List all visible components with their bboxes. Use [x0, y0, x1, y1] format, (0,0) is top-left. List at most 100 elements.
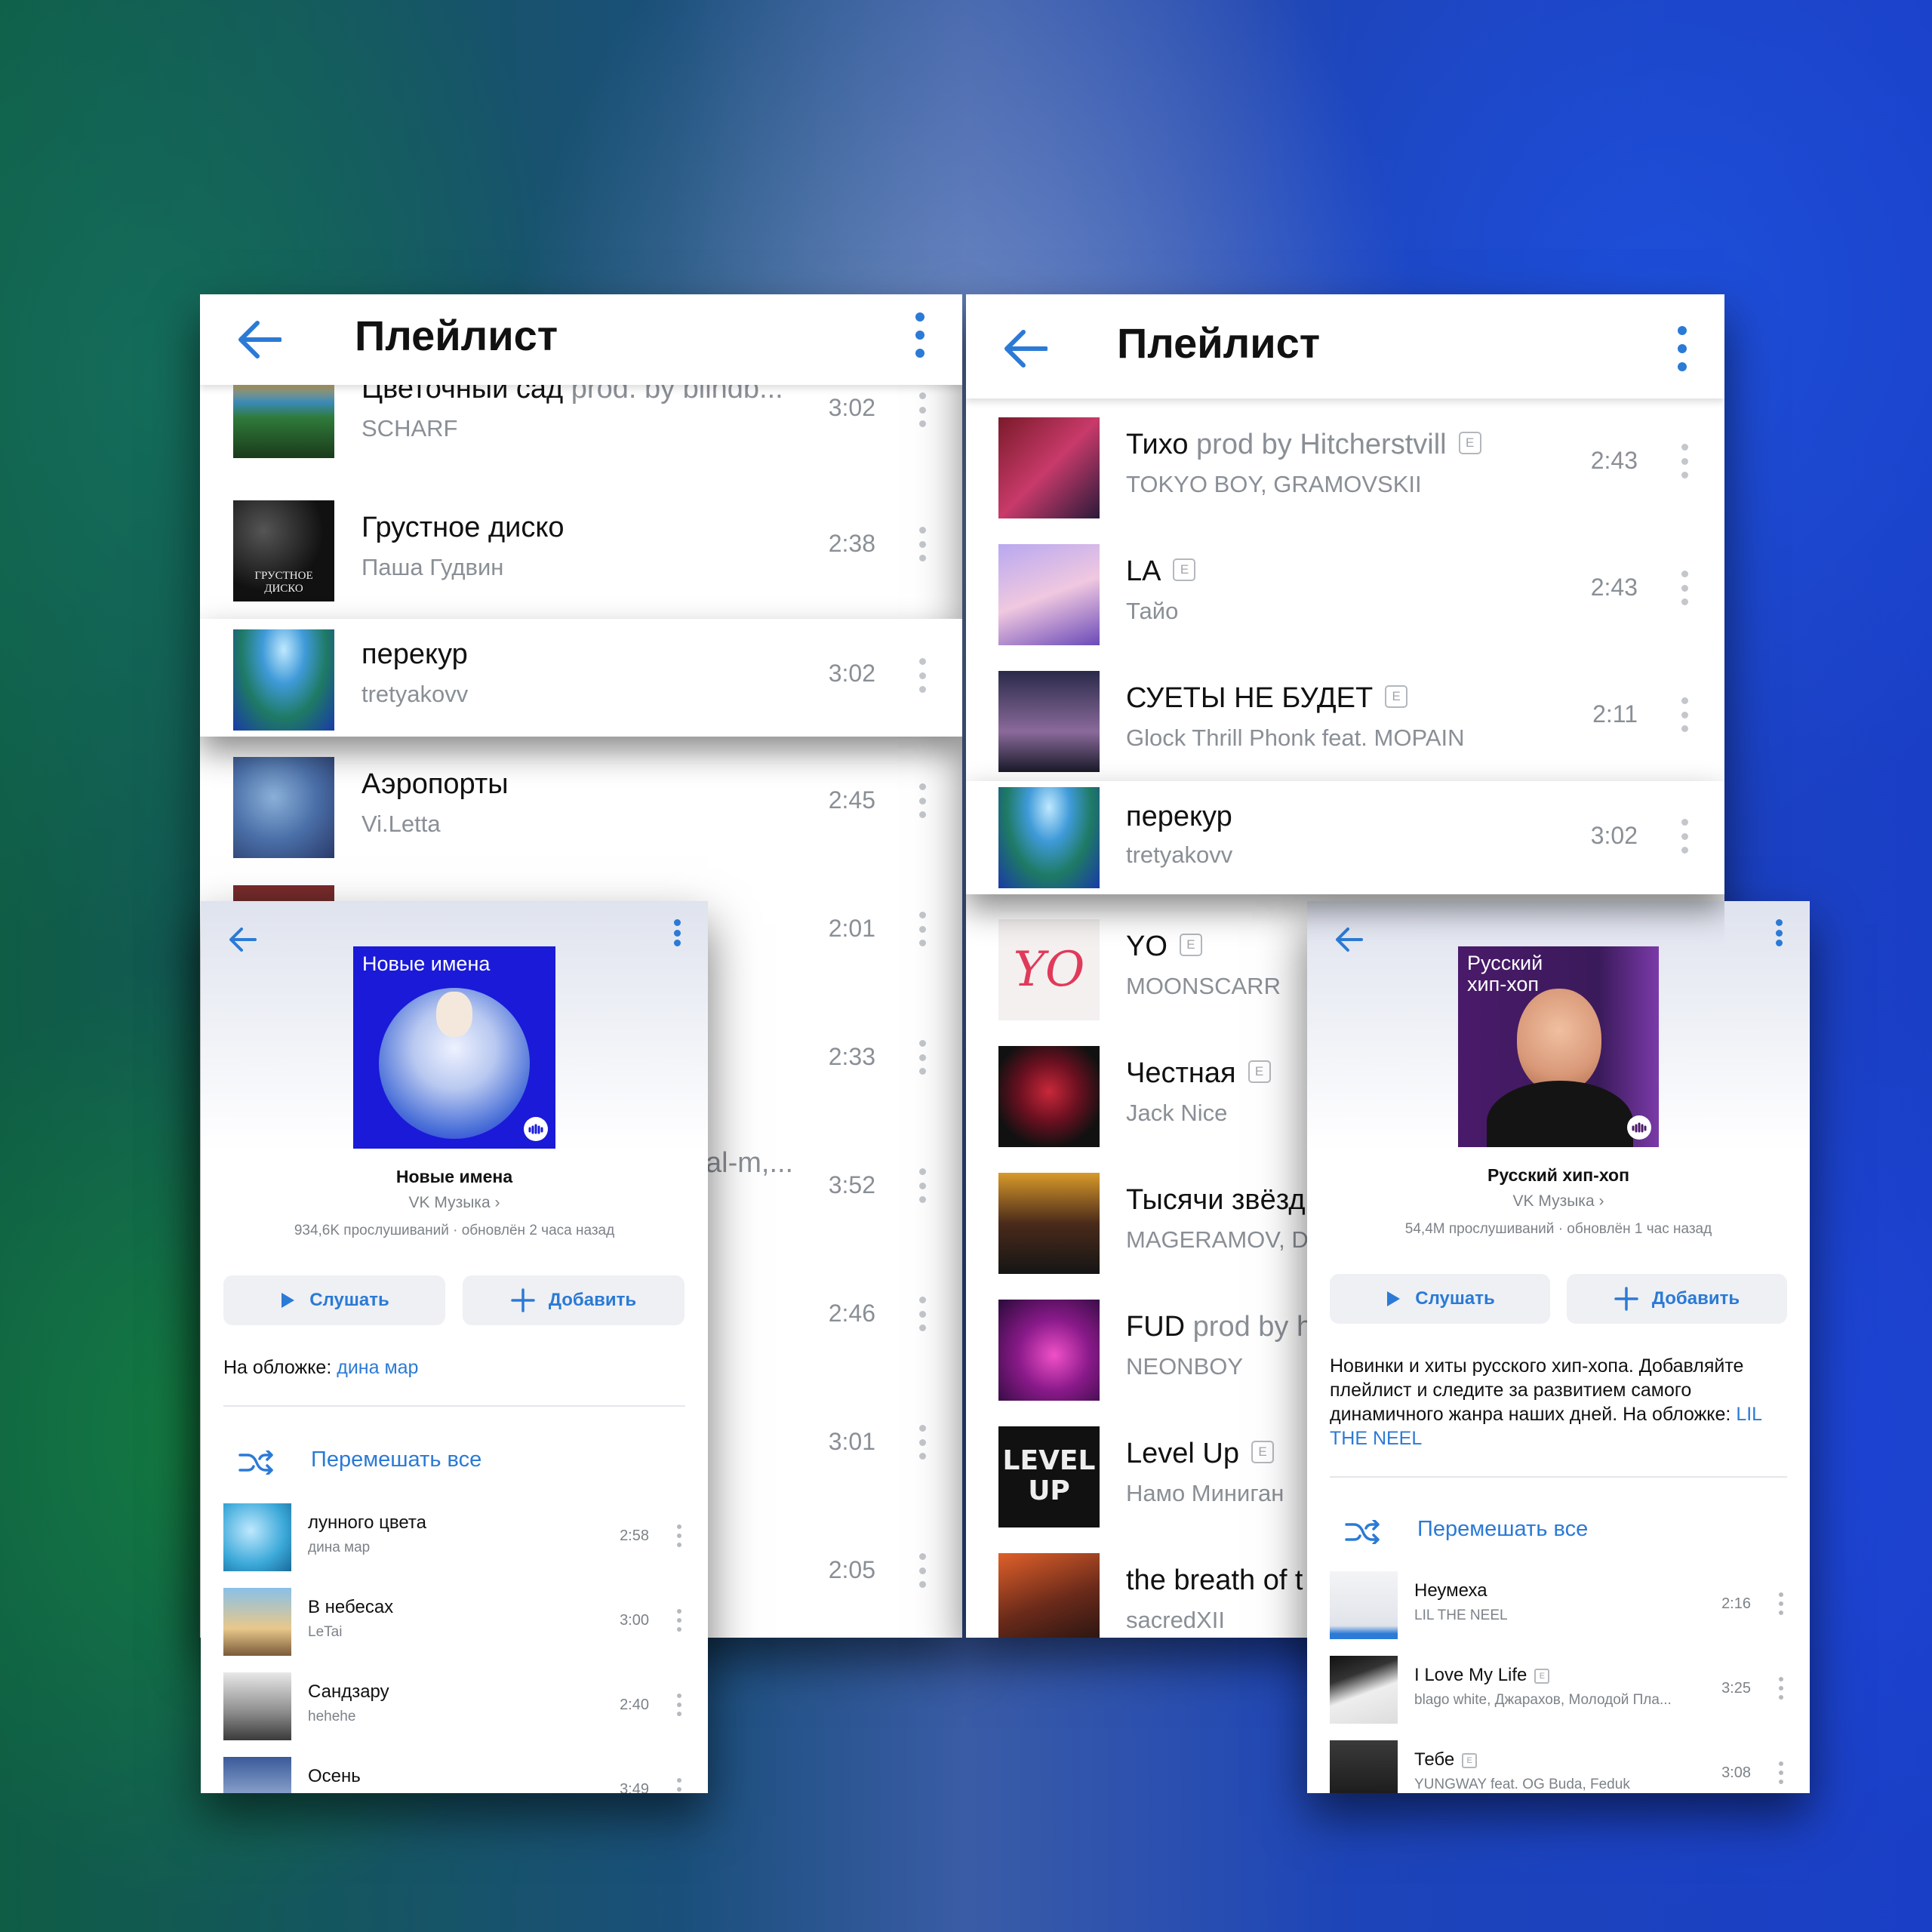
track-artist: tretyakovv [361, 681, 469, 707]
track-menu-icon[interactable] [1681, 571, 1688, 605]
track-row[interactable]: Тебе E YUNGWAY feat. OG Buda, Feduk 3:08 [1330, 1740, 1787, 1793]
add-button[interactable]: Добавить [463, 1275, 685, 1325]
track-cover [1330, 1571, 1398, 1639]
track-duration: 3:02 [828, 660, 875, 687]
track-row[interactable]: LA E Тайо 2:43 [966, 527, 1724, 654]
track-row[interactable]: Тихо prod by Hitcherstvill E TOKYO BOY, G… [966, 400, 1724, 527]
track-menu-icon[interactable] [1681, 819, 1688, 854]
right-header: Плейлист [966, 294, 1724, 398]
track-cover: ГРУСТНОЕ ДИСКО [233, 500, 334, 601]
track-cover [233, 757, 334, 858]
track-menu-icon[interactable] [918, 783, 926, 818]
track-duration: 3:01 [828, 1428, 875, 1455]
more-menu-icon[interactable] [673, 919, 681, 946]
playlist-cover: Новые имена [353, 946, 555, 1149]
track-menu-icon[interactable] [676, 1609, 682, 1632]
track-title: FUD [1126, 1311, 1186, 1343]
track-menu-icon[interactable] [918, 1425, 926, 1460]
shuffle-all-button[interactable]: Перемешать все [1417, 1517, 1588, 1542]
track-row[interactable]: Аэропорты Vi.Letta 2:45 [200, 740, 962, 868]
track-artist: Намо Миниган [1126, 1480, 1284, 1506]
track-menu-icon[interactable] [918, 392, 926, 427]
track-menu-icon[interactable] [1681, 697, 1688, 732]
track-menu-icon[interactable] [1778, 1677, 1784, 1700]
source-label: VK Музыка [408, 1194, 491, 1211]
track-cover [223, 1503, 291, 1571]
back-arrow-icon[interactable] [1002, 329, 1048, 368]
more-menu-icon[interactable] [1775, 919, 1783, 946]
track-row-highlighted[interactable]: перекур tretyakovv 3:02 [200, 619, 962, 737]
track-title: Аэропорты [361, 768, 509, 800]
track-artist: LeTai [308, 1624, 343, 1640]
track-menu-icon[interactable] [676, 1778, 682, 1793]
add-button[interactable]: Добавить [1567, 1274, 1787, 1324]
playlist-title: Русский хип-хоп [1487, 1165, 1629, 1185]
shuffle-icon[interactable] [1345, 1520, 1381, 1544]
track-cover [998, 544, 1100, 645]
track-row[interactable]: лунного цвета дина мар 2:58 [223, 1503, 685, 1586]
track-title: the breath of t [1126, 1564, 1303, 1596]
shuffle-all-button[interactable]: Перемешать все [311, 1447, 481, 1472]
track-duration: 2:46 [828, 1300, 875, 1327]
track-title: Осень [308, 1766, 361, 1786]
track-duration: 2:43 [1590, 447, 1638, 474]
playlist-new-names-screen: Новые имена Новые имена VK Музыка › 934,… [201, 901, 708, 1793]
track-row[interactable]: Осень 3:49 [223, 1757, 685, 1793]
more-menu-icon[interactable] [914, 312, 926, 358]
track-title: Грустное диско [361, 512, 565, 543]
track-row[interactable]: ГРУСТНОЕ ДИСКО Грустное диско Паша Гудви… [200, 483, 962, 611]
play-icon [281, 1293, 295, 1308]
track-menu-icon[interactable] [918, 912, 926, 946]
track-title: Сандзару [308, 1681, 389, 1702]
track-menu-icon[interactable] [918, 658, 926, 693]
track-menu-icon[interactable] [1778, 1592, 1784, 1615]
track-row[interactable]: I Love My Life E blago white, Джарахов, М… [1330, 1656, 1787, 1739]
track-menu-icon[interactable] [918, 1553, 926, 1588]
track-menu-icon[interactable] [1681, 444, 1688, 478]
track-menu-icon[interactable] [918, 1040, 926, 1075]
track-menu-icon[interactable] [918, 527, 926, 561]
back-arrow-icon[interactable] [228, 927, 257, 952]
track-cover [1330, 1656, 1398, 1724]
track-title: перекур [1126, 801, 1232, 832]
track-duration: 3:08 [1721, 1764, 1751, 1781]
track-cover [998, 1300, 1100, 1401]
track-row[interactable]: В небесах LeTai 3:00 [223, 1588, 685, 1671]
track-title: Тебе [1414, 1749, 1455, 1770]
more-menu-icon[interactable] [1676, 326, 1688, 371]
playlist-source-link[interactable]: VK Музыка › [1307, 1192, 1810, 1211]
add-label: Добавить [548, 1290, 637, 1310]
page-title: Плейлист [1117, 319, 1321, 367]
listen-label: Слушать [309, 1290, 389, 1310]
playlist-source-link[interactable]: VK Музыка › [201, 1194, 708, 1212]
track-menu-icon[interactable] [918, 1168, 926, 1203]
track-cover [1330, 1740, 1398, 1793]
track-row-highlighted[interactable]: перекур tretyakovv 3:02 [966, 781, 1724, 894]
listen-button[interactable]: Слушать [1330, 1274, 1550, 1324]
back-arrow-icon[interactable] [1334, 927, 1363, 952]
listen-button[interactable]: Слушать [223, 1275, 445, 1325]
back-arrow-icon[interactable] [236, 320, 281, 359]
track-duration: 2:45 [828, 786, 875, 814]
track-menu-icon[interactable] [676, 1694, 682, 1716]
track-title: Level Up [1126, 1438, 1239, 1469]
explicit-badge: E [1385, 685, 1408, 708]
track-title: YO [1126, 931, 1168, 962]
track-artist: hehehe [308, 1709, 356, 1724]
track-menu-icon[interactable] [1778, 1761, 1784, 1784]
track-menu-icon[interactable] [918, 1297, 926, 1331]
track-cover: LEVEL UP [998, 1426, 1100, 1527]
plus-icon [1614, 1287, 1638, 1311]
shuffle-icon[interactable] [238, 1451, 275, 1475]
track-subtitle: prod by Hitcherstvill [1196, 429, 1447, 460]
track-title: Тысячи звёзд [1126, 1184, 1306, 1216]
track-row[interactable]: СУЕТЫ НЕ БУДЕТ E Glock Thrill Phonk feat.… [966, 654, 1724, 780]
track-row[interactable]: Сандзару hehehe 2:40 [223, 1672, 685, 1755]
cover-artist-link[interactable]: дина мар [337, 1357, 418, 1378]
track-menu-icon[interactable] [676, 1524, 682, 1547]
divider [223, 1405, 685, 1407]
explicit-badge: E [1247, 1060, 1271, 1083]
track-artist: Glock Thrill Phonk feat. MOPAIN [1126, 724, 1465, 751]
track-row[interactable]: Неумеха LIL THE NEEL 2:16 [1330, 1571, 1787, 1654]
playlist-description: Новинки и хиты русского хип-хопа. Добавл… [1330, 1354, 1790, 1451]
